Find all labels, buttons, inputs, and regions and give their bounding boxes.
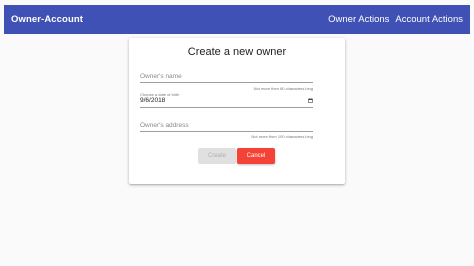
owner-address-placeholder: Owner's address	[140, 122, 189, 129]
nav-owner-actions[interactable]: Owner Actions	[328, 14, 389, 25]
form-title: Create a new owner	[187, 46, 287, 58]
brand-link[interactable]: Owner-Account	[11, 14, 83, 25]
nav-account-actions[interactable]: Account Actions	[395, 14, 463, 25]
calendar-icon[interactable]	[308, 98, 313, 103]
cancel-button[interactable]: Cancel	[237, 148, 275, 164]
owner-name-underline	[140, 82, 313, 83]
create-owner-card: Create a new owner Owner's name Not more…	[129, 38, 345, 184]
owner-address-underline	[140, 131, 313, 132]
owner-name-field[interactable]: Owner's name Not more then 60 characters…	[140, 70, 313, 94]
create-button[interactable]: Create	[198, 148, 236, 164]
owner-address-field[interactable]: Owner's address Not more then 100 charac…	[140, 121, 313, 145]
dob-value: 9/6/2018	[140, 97, 166, 104]
top-navbar: Owner-Account Owner Actions Account Acti…	[4, 5, 470, 34]
owner-name-placeholder: Owner's name	[140, 73, 182, 80]
dob-underline	[140, 107, 313, 108]
owner-address-hint: Not more then 100 characters long	[251, 134, 313, 139]
dob-field[interactable]: Choose a date of birth 9/6/2018	[140, 92, 313, 110]
owner-name-hint: Not more then 60 characters long	[253, 86, 313, 91]
